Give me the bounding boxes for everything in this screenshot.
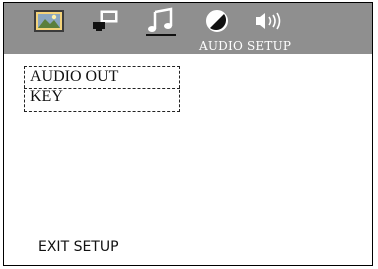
tab-display[interactable] <box>88 7 122 35</box>
tab-speaker[interactable] <box>250 7 300 35</box>
tab-icon-row <box>4 3 372 40</box>
audio-menu: AUDIO OUT KEY <box>24 66 180 112</box>
setup-screen: AUDIO SETUP AUDIO OUT KEY EXIT SETUP <box>3 2 373 266</box>
tab-brightness[interactable] <box>200 7 234 35</box>
exit-setup-button[interactable]: EXIT SETUP <box>38 239 119 255</box>
tab-picture[interactable] <box>32 7 66 35</box>
brightness-icon <box>206 10 228 32</box>
display-icon <box>93 10 118 31</box>
music-note-icon <box>146 7 176 36</box>
menu-divider <box>24 88 180 89</box>
picture-icon <box>34 10 64 32</box>
tab-audio[interactable] <box>142 7 180 36</box>
menu-border <box>24 66 180 112</box>
speaker-icon <box>256 12 281 30</box>
page-title: AUDIO SETUP <box>199 39 292 53</box>
top-bar: AUDIO SETUP <box>4 3 372 54</box>
